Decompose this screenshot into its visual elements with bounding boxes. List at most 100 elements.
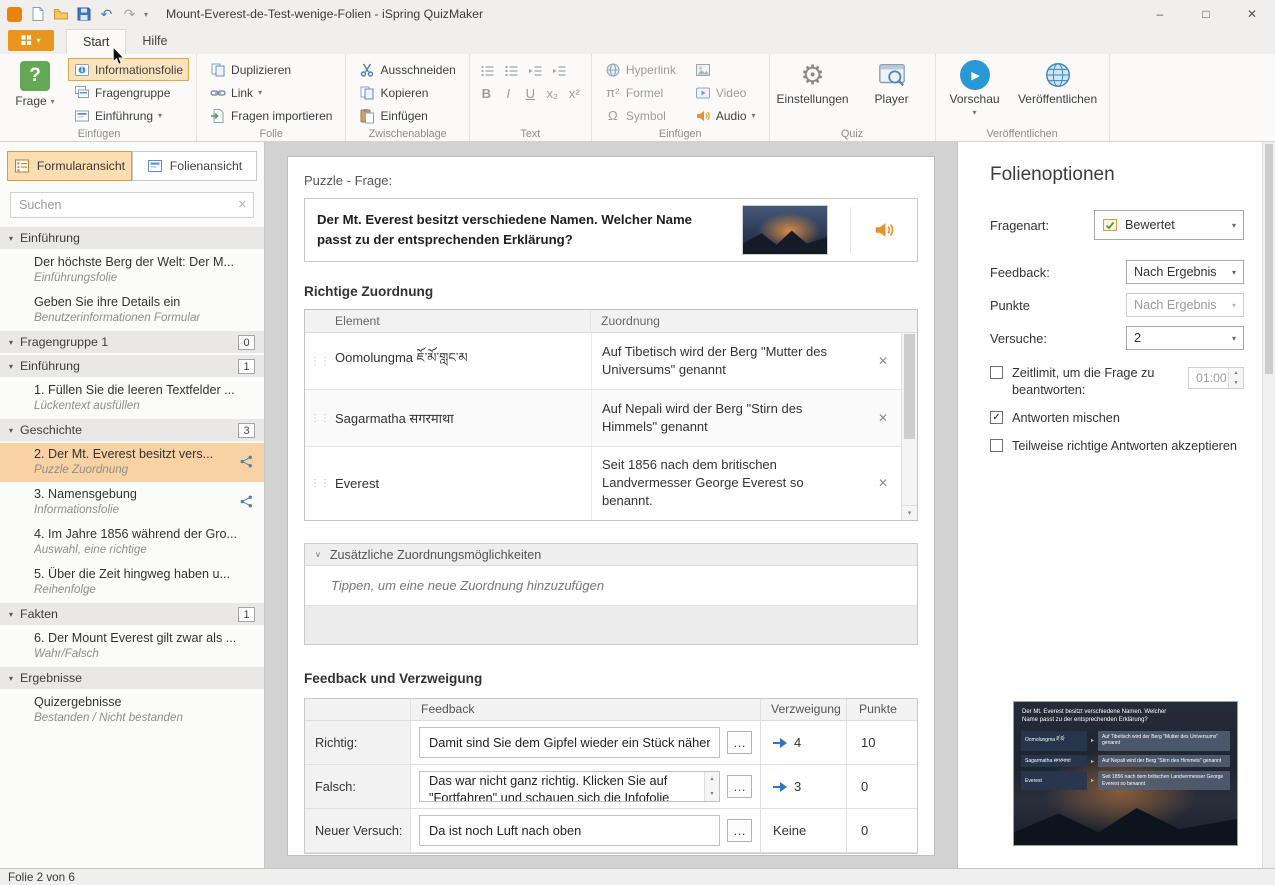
zeitlimit-checkbox[interactable] — [990, 366, 1003, 379]
einfuehrung-button[interactable]: Einführung ▾ — [69, 105, 188, 126]
time-stepper[interactable]: ▲ ▼ — [1228, 368, 1243, 388]
tree-slide-item[interactable]: Geben Sie ihre Details ein Benutzerinfor… — [0, 291, 264, 330]
bold-button[interactable]: B — [478, 86, 495, 101]
teilweise-checkbox[interactable] — [990, 439, 1003, 453]
question-text[interactable]: Der Mt. Everest besitzt verschiedene Nam… — [317, 210, 742, 250]
tree-slide-item[interactable]: 5. Über die Zeit hingweg haben u... Reih… — [0, 563, 264, 602]
new-document-button[interactable] — [29, 6, 46, 23]
match-cell[interactable]: Auf Nepali wird der Berg "Stirn des Himm… — [591, 390, 865, 446]
ausschneiden-button[interactable]: Ausschneiden — [354, 59, 460, 80]
panel-scrollbar[interactable] — [1262, 142, 1275, 868]
tree-section-header[interactable]: ▾ Ergebnisse — [0, 667, 264, 689]
audio-button[interactable]: Audio ▾ — [690, 105, 761, 126]
kopieren-button[interactable]: Kopieren — [354, 82, 460, 103]
tree-slide-item[interactable]: 2. Der Mt. Everest besitzt vers... Puzzl… — [0, 443, 264, 482]
tree-section-header[interactable]: ▾ Fragengruppe 1 0 — [0, 331, 264, 353]
minimize-button[interactable]: – — [1137, 0, 1183, 28]
question-box[interactable]: Der Mt. Everest besitzt verschiedene Nam… — [304, 198, 918, 262]
app-menu-button[interactable]: ▾ — [8, 30, 54, 51]
match-cell[interactable]: Seit 1856 nach dem britischen Landvermes… — [591, 447, 865, 520]
more-options-button[interactable]: … — [727, 819, 752, 842]
tab-formularansicht[interactable]: Formularansicht — [7, 151, 132, 181]
feedback-text-input[interactable]: Damit sind Sie dem Gipfel wieder ein Stü… — [419, 727, 720, 758]
veroeffentlichen-button[interactable]: Veröffentlichen — [1015, 59, 1101, 106]
player-button[interactable]: Player — [857, 59, 927, 106]
tree-slide-item[interactable]: 1. Füllen Sie die leeren Textfelder ... … — [0, 379, 264, 418]
save-button[interactable] — [75, 6, 92, 23]
audio-attachment-button[interactable] — [851, 219, 917, 241]
fragen-importieren-button[interactable]: Fragen importieren — [205, 105, 337, 126]
zeitlimit-time-field[interactable]: 01:00 ▲ ▼ — [1188, 367, 1244, 389]
match-cell[interactable]: Auf Tibetisch wird der Berg "Mutter des … — [591, 333, 865, 389]
undo-button[interactable]: ↶ — [98, 6, 115, 23]
tree-slide-item[interactable]: 3. Namensgebung Informationsfolie — [0, 483, 264, 522]
points-cell[interactable]: 0 — [847, 765, 917, 808]
tab-hilfe[interactable]: Hilfe — [126, 29, 183, 54]
einstellungen-button[interactable]: ⚙ Einstellungen — [777, 59, 849, 106]
einfuegen-paste-button[interactable]: Einfügen — [354, 105, 460, 126]
tab-folienansicht[interactable]: Folienansicht — [132, 151, 257, 181]
tree-slide-item[interactable]: Der höchste Berg der Welt: Der M... Einf… — [0, 251, 264, 290]
feedback-text-input[interactable]: Da ist noch Luft nach oben — [419, 815, 720, 846]
feedback-text-input[interactable]: Das war nicht ganz richtig. Klicken Sie … — [419, 771, 720, 802]
close-button[interactable]: ✕ — [1229, 0, 1275, 28]
delete-row-icon[interactable]: ✕ — [865, 333, 901, 389]
search-input[interactable] — [10, 192, 254, 218]
points-cell[interactable]: 10 — [847, 721, 917, 764]
underline-button[interactable]: U — [522, 86, 539, 101]
scrollbar-thumb[interactable] — [904, 334, 915, 439]
bullet-list-icon[interactable] — [478, 63, 497, 79]
informationsfolie-button[interactable]: Informationsfolie — [67, 58, 190, 81]
duplizieren-button[interactable]: Duplizieren — [205, 59, 337, 80]
hyperlink-button[interactable]: Hyperlink — [600, 59, 681, 80]
element-cell[interactable]: Sagarmatha सगरमाथा — [335, 390, 591, 446]
delete-row-icon[interactable]: ✕ — [865, 447, 901, 520]
tree-slide-item[interactable]: Quizergebnisse Bestanden / Nicht bestand… — [0, 691, 264, 730]
formel-button[interactable]: π² Formel — [600, 82, 681, 103]
delete-row-icon[interactable]: ✕ — [865, 390, 901, 446]
matching-scrollbar[interactable]: ▾ — [901, 333, 917, 520]
video-button[interactable]: Video — [690, 82, 761, 103]
versuche-dropdown[interactable]: 2 ▾ — [1126, 326, 1244, 350]
clear-search-icon[interactable]: ✕ — [238, 198, 247, 211]
element-cell[interactable]: Oomolungma ཇོ་མོ་གླང་མ — [335, 333, 591, 389]
feedback-dropdown[interactable]: Nach Ergebnis ▾ — [1126, 260, 1244, 284]
drag-handle-icon[interactable]: ⋮⋮ — [305, 447, 335, 520]
question-image-thumbnail[interactable] — [742, 205, 828, 255]
branch-cell[interactable]: 4 — [761, 721, 847, 764]
scrollbar-thumb[interactable] — [1265, 144, 1273, 374]
bild-button[interactable] — [690, 59, 761, 80]
drag-handle-icon[interactable]: ⋮⋮ — [305, 333, 335, 389]
tree-section-header[interactable]: ▾ Einführung — [0, 227, 264, 249]
tree-section-header[interactable]: ▾ Geschichte 3 — [0, 419, 264, 441]
antworten-mischen-checkbox[interactable]: ✓ — [990, 411, 1003, 425]
tree-slide-item[interactable]: 4. Im Jahre 1856 während der Gro... Ausw… — [0, 523, 264, 562]
drag-handle-icon[interactable]: ⋮⋮ — [305, 390, 335, 446]
frage-button[interactable]: ? Frage ▾ — [10, 59, 60, 108]
link-button[interactable]: Link ▾ — [205, 82, 337, 103]
qat-customize-icon[interactable]: ▾ — [144, 10, 148, 19]
extra-matches-header[interactable]: ∨ Zusätzliche Zuordnungsmöglichkeiten — [305, 544, 917, 566]
indent-icon[interactable] — [550, 63, 569, 79]
element-cell[interactable]: Everest — [335, 447, 591, 520]
outdent-icon[interactable] — [526, 63, 545, 79]
subscript-button[interactable]: x₂ — [544, 86, 561, 101]
more-options-button[interactable]: … — [727, 731, 752, 754]
scroll-down-arrow[interactable]: ▾ — [902, 505, 917, 520]
fragengruppe-button[interactable]: Fragengruppe — [69, 82, 188, 103]
numbered-list-icon[interactable] — [502, 63, 521, 79]
italic-button[interactable]: I — [500, 86, 517, 101]
tree-slide-item[interactable]: 6. Der Mount Everest gilt zwar als ... W… — [0, 627, 264, 666]
maximize-button[interactable]: □ — [1183, 0, 1229, 28]
points-cell[interactable]: 0 — [847, 809, 917, 852]
add-match-input[interactable]: Tippen, um eine neue Zuordnung hinzuzufü… — [305, 566, 917, 606]
tree-section-header[interactable]: ▾ Einführung 1 — [0, 355, 264, 377]
vorschau-button[interactable]: ▶ Vorschau ▾ — [944, 59, 1006, 117]
more-options-button[interactable]: … — [727, 775, 752, 798]
punkte-dropdown[interactable]: Nach Ergebnis ▾ — [1126, 293, 1244, 317]
symbol-button[interactable]: Ω Symbol — [600, 105, 681, 126]
branch-cell[interactable]: 3 — [761, 765, 847, 808]
superscript-button[interactable]: x² — [566, 86, 583, 101]
open-button[interactable] — [52, 6, 69, 23]
redo-button[interactable]: ↷ — [121, 6, 138, 23]
